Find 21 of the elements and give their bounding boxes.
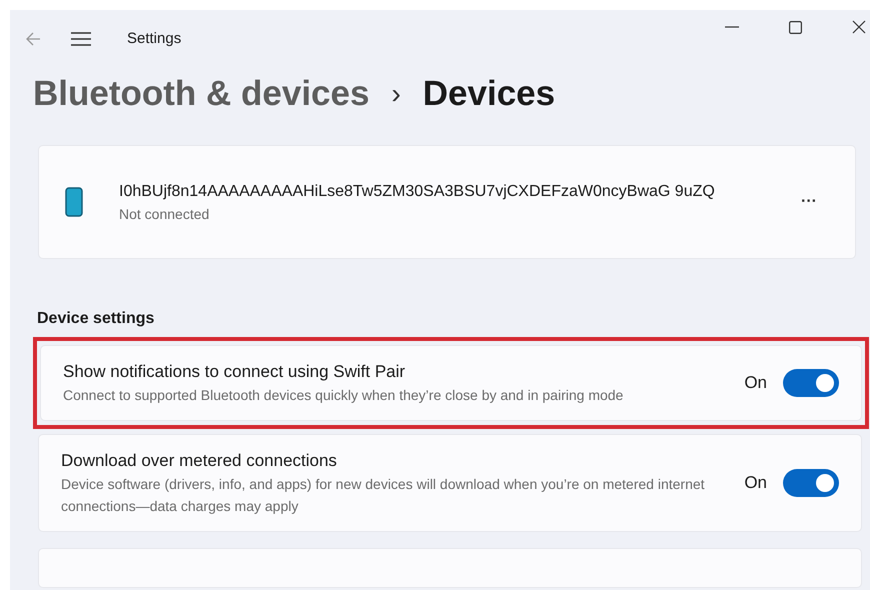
setting-description: Device software (drivers, info, and apps) for new devices will download when you’re on metered internet connections—data charges may apply bbox=[61, 475, 706, 516]
setting-title: Download over metered connections bbox=[61, 450, 338, 472]
section-title: Device settings bbox=[37, 309, 156, 329]
menu-icon[interactable] bbox=[71, 32, 91, 46]
device-name: I0hBUjf8n14AAAAAAAAAHiLse8Tw5ZM30SA3BSU7vjCXDEFzaW0ncyBwaG 9uZQ bbox=[119, 182, 716, 202]
toggle-switch[interactable] bbox=[783, 369, 839, 397]
setting-description: Connect to supported Bluetooth devices quickly when they’re close by and in pairing mode bbox=[63, 386, 624, 405]
state-label: On bbox=[744, 472, 767, 494]
toggle-switch[interactable] bbox=[783, 469, 839, 497]
breadcrumb-current: Devices bbox=[422, 72, 556, 115]
window-title: Settings bbox=[127, 28, 182, 49]
close-icon[interactable] bbox=[852, 20, 866, 34]
breadcrumb-parent[interactable]: Bluetooth & devices bbox=[33, 68, 370, 120]
setting-title: Show notifications to connect using Swift Pair bbox=[63, 361, 406, 383]
state-label: On bbox=[744, 372, 767, 394]
more-options-button[interactable]: ··· bbox=[801, 190, 817, 214]
minimize-icon[interactable] bbox=[725, 26, 739, 28]
maximize-icon[interactable] bbox=[789, 20, 802, 34]
device-status: Not connected bbox=[119, 205, 210, 224]
breadcrumb-separator: › bbox=[391, 77, 401, 111]
phone-icon bbox=[65, 187, 83, 217]
